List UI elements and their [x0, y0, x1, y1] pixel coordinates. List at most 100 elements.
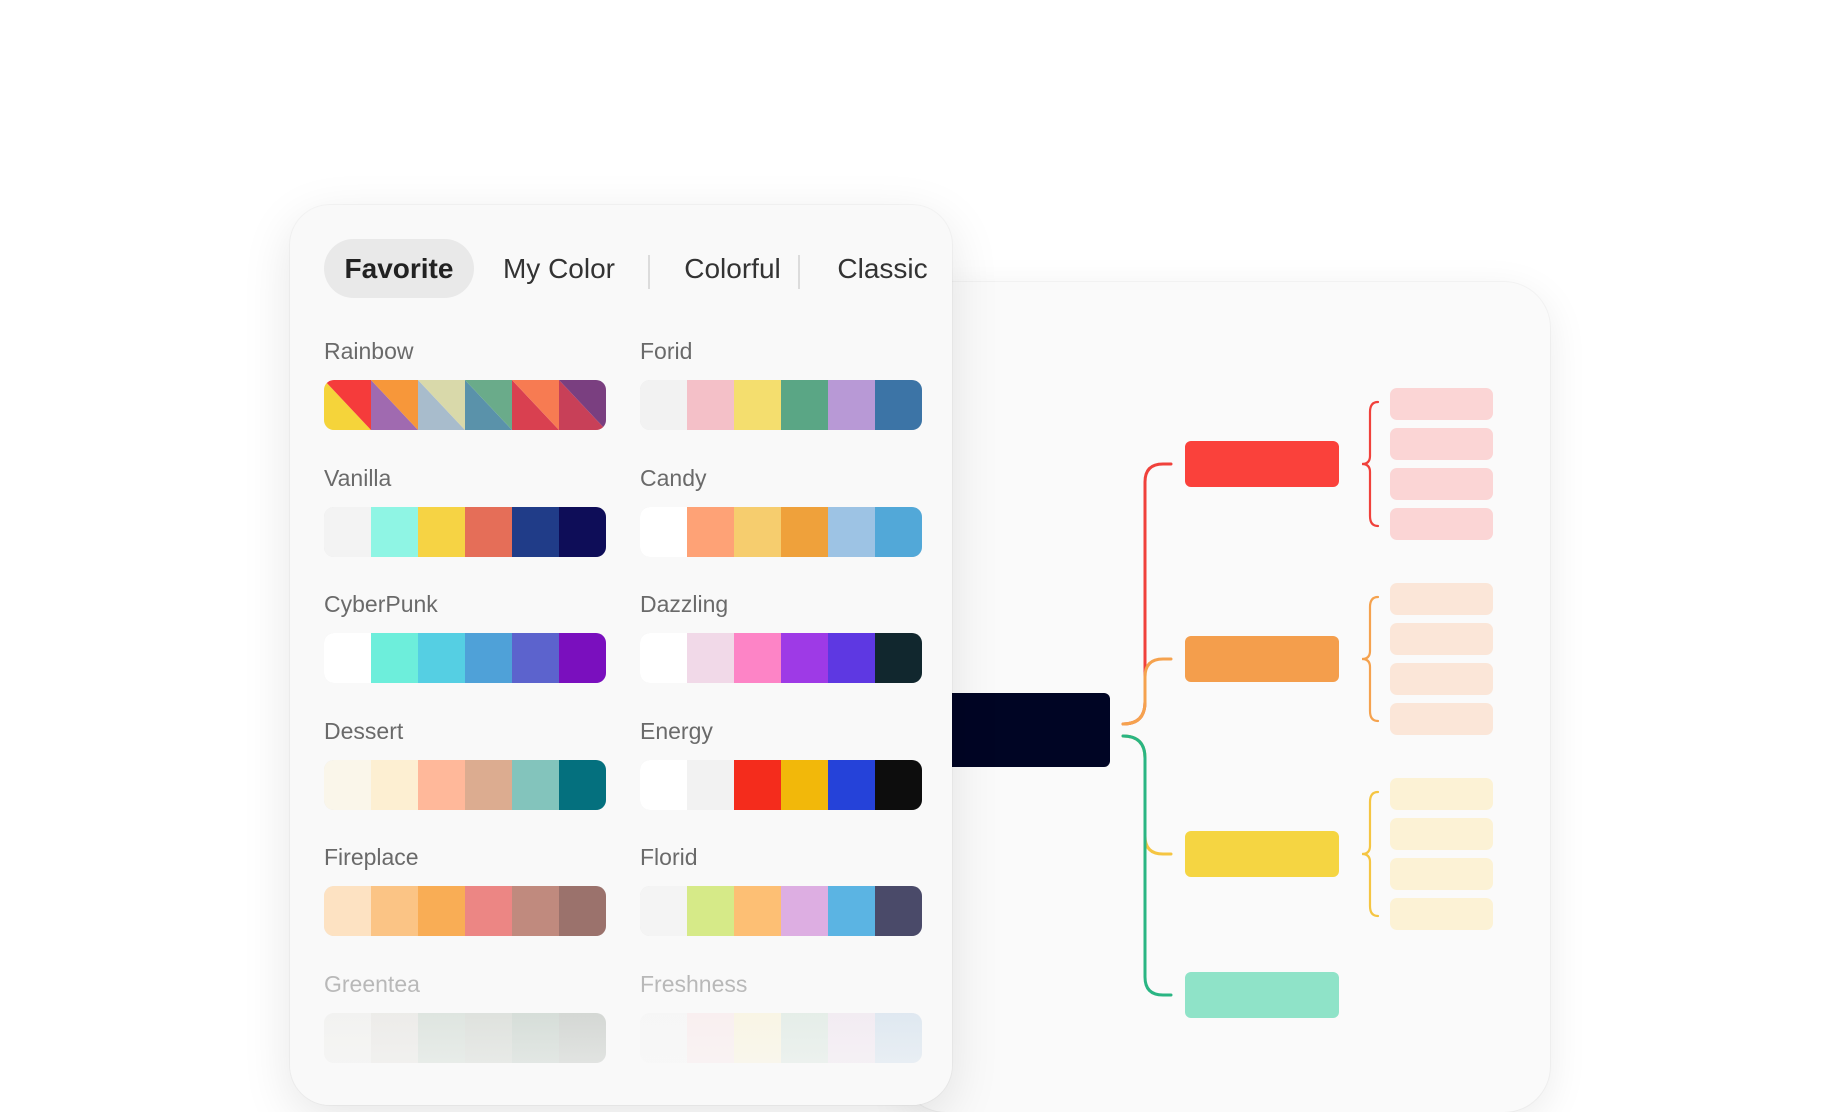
sub-node[interactable]: [1390, 703, 1493, 735]
swatch-color: [465, 886, 512, 936]
theme-swatch-bar[interactable]: [640, 633, 922, 683]
theme-swatch-bar[interactable]: [640, 380, 922, 430]
swatch-color: [559, 759, 606, 810]
swatch-color: [875, 886, 922, 936]
tab-colorful[interactable]: Colorful: [660, 239, 805, 298]
tab-divider: [648, 255, 650, 289]
theme-greentea[interactable]: Greentea: [324, 969, 606, 1063]
swatch-color: [324, 759, 371, 810]
theme-swatch-bar[interactable]: [324, 506, 606, 557]
theme-swatch-bar[interactable]: [640, 506, 922, 557]
theme-swatch-bar[interactable]: [640, 886, 922, 936]
swatch-color: [828, 759, 875, 810]
branch-connector: [1121, 734, 1173, 997]
swatch-color: [687, 380, 734, 430]
theme-swatch-bar[interactable]: [324, 633, 606, 683]
swatch-color: [418, 506, 465, 557]
theme-energy[interactable]: Energy: [640, 716, 922, 810]
swatch-color: [734, 759, 781, 810]
swatch-color: [418, 1012, 465, 1063]
theme-fireplace[interactable]: Fireplace: [324, 842, 606, 936]
swatch-color: [559, 1012, 606, 1063]
theme-dessert[interactable]: Dessert: [324, 716, 606, 810]
swatch-color: [687, 506, 734, 557]
theme-swatch-bar[interactable]: [324, 380, 606, 430]
branch-node[interactable]: [1185, 441, 1339, 487]
branch-node[interactable]: [1185, 972, 1339, 1018]
sub-node[interactable]: [1390, 858, 1493, 890]
swatch-color: [324, 1012, 371, 1063]
theme-name: Rainbow: [324, 338, 414, 364]
sub-node[interactable]: [1390, 898, 1493, 930]
swatch-color: [781, 886, 828, 936]
tab-divider: [798, 255, 800, 289]
sub-node[interactable]: [1390, 468, 1493, 500]
theme-name: Greentea: [324, 970, 420, 997]
theme-name: Vanilla: [324, 464, 392, 491]
theme-tabs: Favorite My Color Colorful Classic: [324, 239, 928, 298]
tab-favorite[interactable]: Favorite: [324, 239, 474, 298]
swatch-color: [512, 506, 559, 557]
swatch-color: [828, 633, 875, 683]
swatch-color: [324, 886, 371, 936]
theme-forid[interactable]: Forid: [640, 336, 922, 430]
theme-florid[interactable]: Florid: [640, 842, 922, 936]
swatch-color: [781, 633, 828, 683]
sub-node[interactable]: [1390, 818, 1493, 850]
theme-freshness[interactable]: Freshness: [640, 969, 922, 1063]
theme-name: Florid: [640, 844, 698, 870]
theme-name: Freshness: [640, 970, 748, 997]
swatch-color: [371, 506, 418, 557]
swatch-color: [875, 506, 922, 557]
theme-swatch-bar[interactable]: [324, 1012, 606, 1063]
swatch-color: [465, 759, 512, 810]
swatch-color: [828, 380, 875, 430]
tab-classic[interactable]: Classic: [810, 239, 952, 298]
theme-name: Energy: [640, 717, 713, 744]
theme-vanilla[interactable]: Vanilla: [324, 463, 606, 557]
theme-name: Dazzling: [640, 591, 729, 617]
sub-node[interactable]: [1390, 388, 1493, 420]
theme-swatch-bar[interactable]: [324, 886, 606, 936]
theme-swatch-bar[interactable]: [640, 1012, 922, 1063]
swatch-color: [324, 506, 371, 557]
sub-brace: [1361, 400, 1380, 528]
sub-brace: [1361, 595, 1380, 723]
theme-name: Dessert: [324, 717, 404, 744]
sub-node[interactable]: [1390, 778, 1493, 810]
sub-node[interactable]: [1390, 508, 1493, 540]
swatch-color: [512, 759, 559, 810]
swatch-color: [734, 380, 781, 430]
sub-node[interactable]: [1390, 623, 1493, 655]
theme-swatch-bar[interactable]: [324, 759, 606, 810]
swatch-color: [371, 886, 418, 936]
swatch-color: [418, 759, 465, 810]
swatch-color: [640, 886, 687, 936]
theme-rainbow[interactable]: Rainbow: [324, 336, 606, 430]
sub-node[interactable]: [1390, 583, 1493, 615]
theme-dazzling[interactable]: Dazzling: [640, 589, 922, 683]
theme-name: Forid: [640, 338, 693, 364]
swatch-color: [371, 1012, 418, 1063]
branch-node[interactable]: [1185, 831, 1339, 877]
theme-cyberpunk[interactable]: CyberPunk: [324, 589, 606, 683]
tab-my-color[interactable]: My Color: [484, 239, 634, 298]
branch-connector: [1121, 657, 1173, 726]
swatch-color: [512, 633, 559, 683]
theme-panel: Favorite My Color Colorful Classic Rainb…: [290, 205, 952, 1105]
swatch-color: [371, 633, 418, 683]
swatch-color: [828, 506, 875, 557]
swatch-color: [875, 380, 922, 430]
sub-node[interactable]: [1390, 428, 1493, 460]
sub-node[interactable]: [1390, 663, 1493, 695]
swatch-color: [465, 506, 512, 557]
swatch-color: [465, 633, 512, 683]
swatch-color: [559, 633, 606, 683]
swatch-color: [828, 886, 875, 936]
theme-name: Candy: [640, 464, 707, 491]
theme-candy[interactable]: Candy: [640, 463, 922, 557]
swatch-color: [418, 633, 465, 683]
swatch-color: [640, 380, 687, 430]
branch-node[interactable]: [1185, 636, 1339, 682]
theme-swatch-bar[interactable]: [640, 759, 922, 810]
